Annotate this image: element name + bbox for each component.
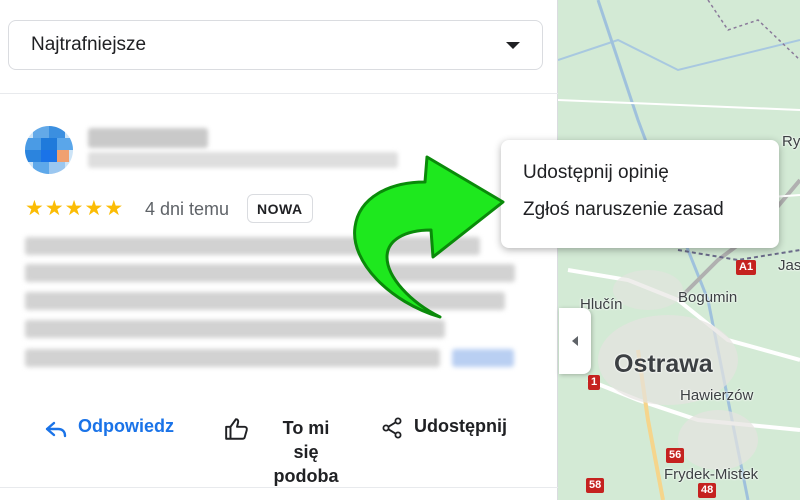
divider xyxy=(0,93,558,94)
like-label-line: się xyxy=(293,442,319,462)
review-actions: Odpowiedz To mi się podoba Udostępnij xyxy=(0,414,558,494)
road-shield-58: 58 xyxy=(586,478,605,493)
road-shield-56: 56 xyxy=(666,448,685,463)
map-label-bogumin: Bogumin xyxy=(678,289,738,306)
collapse-panel-button[interactable] xyxy=(559,308,591,374)
share-icon xyxy=(382,417,402,439)
map-roads xyxy=(558,0,800,500)
road-shield-1: 1 xyxy=(588,375,601,390)
map-label-hawierzow: Hawierzów xyxy=(680,387,754,404)
map-label-ry: Ry xyxy=(782,133,800,150)
star-icon: ★ xyxy=(44,196,64,220)
like-label-line: To mi xyxy=(282,418,330,438)
more-link-redacted[interactable] xyxy=(452,349,514,367)
map-label-ostrawa: Ostrawa xyxy=(614,350,713,378)
share-button[interactable]: Udostępnij xyxy=(380,416,507,440)
reply-label: Odpowiedz xyxy=(78,416,174,436)
review-time: 4 dni temu xyxy=(145,199,230,219)
new-badge: NOWA xyxy=(247,194,313,223)
road-shield-a1: A1 xyxy=(736,260,757,275)
reviewer-name-redacted xyxy=(88,128,208,148)
review-context-menu: Udostępnij opinię Zgłoś naruszenie zasad xyxy=(501,140,779,248)
star-rating: ★ ★ ★ ★ ★ xyxy=(25,197,123,219)
avatar[interactable] xyxy=(25,126,73,174)
map-label-frydek-mistek: Frydek-Mistek xyxy=(664,466,759,483)
menu-item-report-review[interactable]: Zgłoś naruszenie zasad xyxy=(501,191,779,228)
caret-down-icon xyxy=(506,41,520,49)
share-label: Udostępnij xyxy=(414,416,507,436)
reply-button[interactable]: Odpowiedz xyxy=(44,416,174,440)
star-icon: ★ xyxy=(84,196,104,220)
sort-dropdown[interactable]: Najtrafniejsze xyxy=(8,20,543,70)
reply-icon xyxy=(45,421,67,438)
star-icon: ★ xyxy=(104,196,124,220)
review-text-redacted-line xyxy=(25,349,440,367)
star-icon: ★ xyxy=(25,196,44,220)
star-icon: ★ xyxy=(64,196,84,220)
avatar-pixelated-image xyxy=(25,126,73,174)
map-label-jas: Jas xyxy=(778,257,800,274)
divider xyxy=(0,487,558,488)
chevron-left-icon xyxy=(572,336,578,346)
like-label-line: podoba xyxy=(273,466,339,486)
road-shield-48: 48 xyxy=(698,483,717,498)
menu-item-share-review[interactable]: Udostępnij opinię xyxy=(501,154,779,191)
green-curved-arrow-icon xyxy=(353,155,505,319)
map-view[interactable]: Hlučín Bogumin Ostrawa Hawierzów Frydek-… xyxy=(558,0,800,500)
review-text-redacted-line xyxy=(25,320,445,338)
sort-dropdown-label: Najtrafniejsze xyxy=(31,34,147,55)
thumbs-up-icon xyxy=(225,418,248,440)
like-button[interactable]: To mi się podoba xyxy=(224,416,346,488)
